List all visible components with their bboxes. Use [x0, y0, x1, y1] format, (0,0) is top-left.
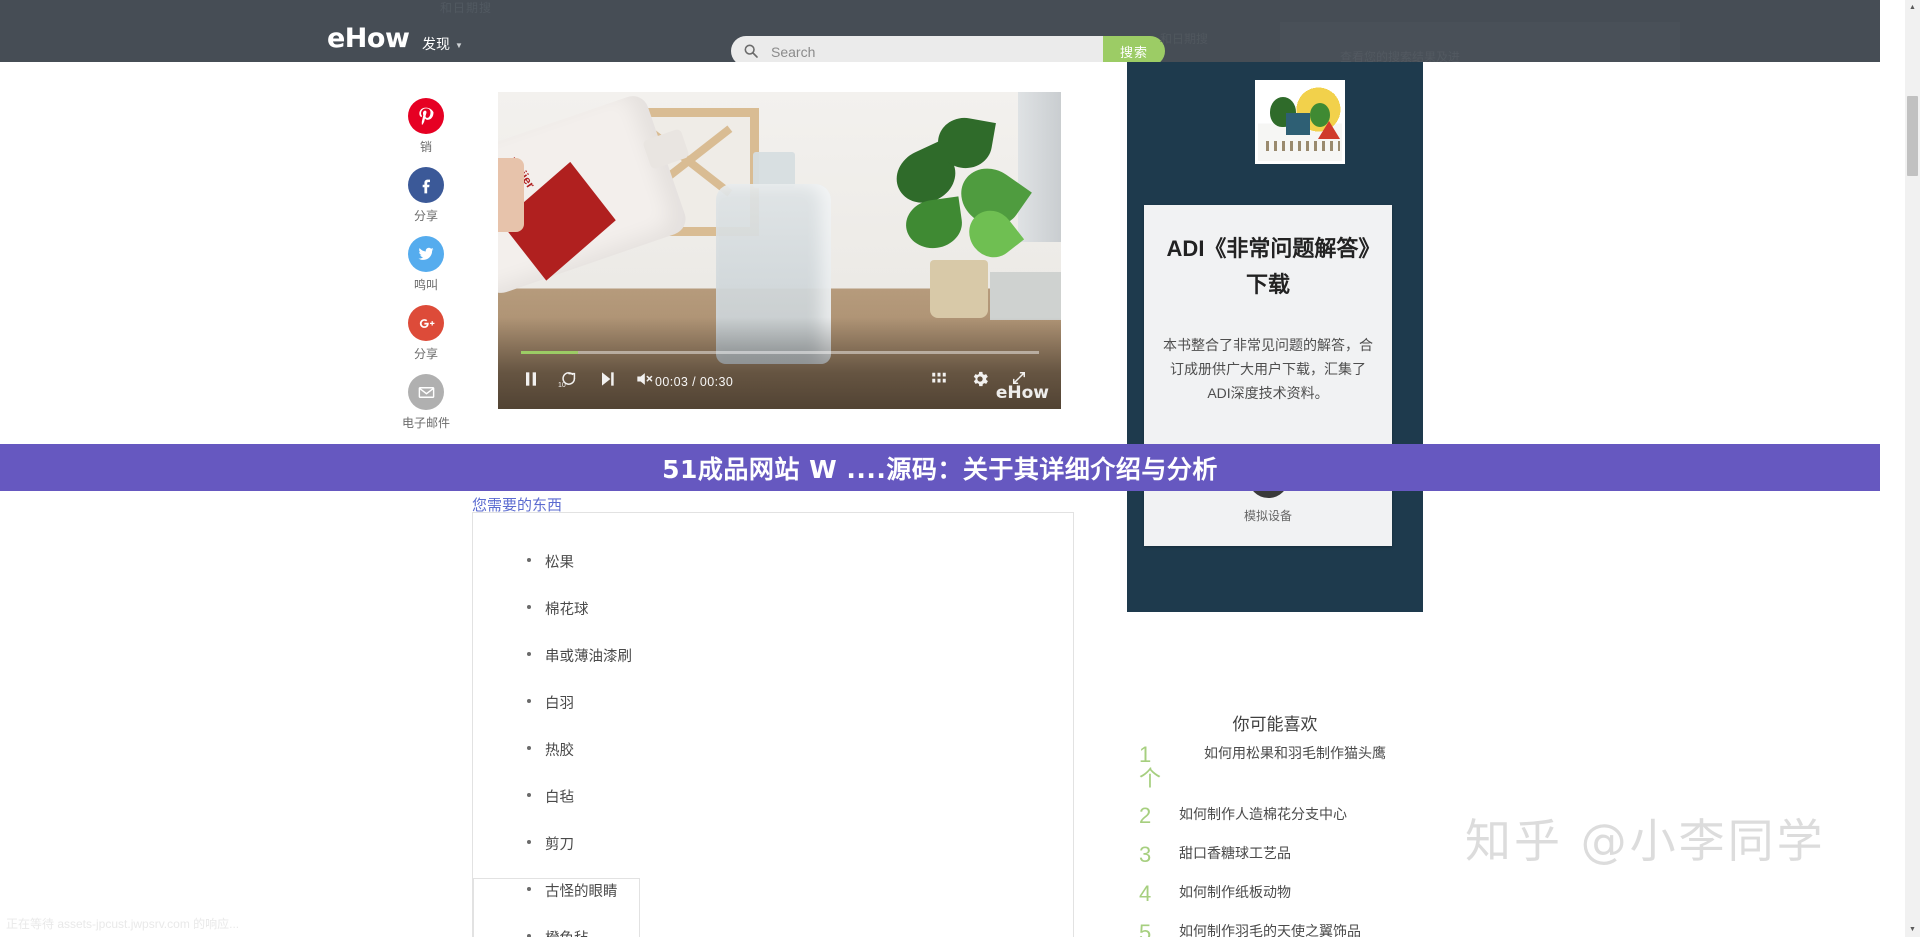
browser-scrollbar[interactable]: ▲ ▼: [1905, 0, 1920, 937]
ad-body-text: 本书整合了非常见问题的解答，合订成册供广大用户下载，汇集了ADI深度技术资料。: [1163, 337, 1373, 401]
list-item[interactable]: 3 甜口香糖球工艺品: [1127, 842, 1437, 868]
related-number-value: 1: [1139, 742, 1152, 767]
list-item: 白羽: [527, 692, 1073, 713]
player-ehow-watermark: eHow: [995, 383, 1049, 403]
video-controls: 10 00:03 / 00:30: [498, 367, 1061, 399]
pause-icon[interactable]: [521, 369, 541, 389]
related-item-text: 如何制作人造棉花分支中心: [1179, 806, 1347, 822]
replay-10-icon[interactable]: 10: [558, 369, 579, 389]
site-header: eHow 发现▼ 搜索 和日期搜 查看您的搜索结果及进: [0, 14, 1880, 68]
related-item-text: 如何制作羽毛的天使之翼饰品: [1179, 923, 1361, 937]
email-icon: [408, 374, 444, 410]
related-number-suffix: 个: [1139, 766, 1162, 791]
purple-overlay-banner: 51成品网站 W ....源码：关于其详细介绍与分析: [0, 444, 1880, 491]
nav-discover-label: 发现: [422, 36, 450, 52]
video-current-time: 00:03: [655, 375, 689, 389]
related-item-number: 5: [1139, 920, 1152, 937]
ehow-logo[interactable]: eHow: [327, 23, 410, 54]
scroll-down-arrow-icon[interactable]: ▼: [1905, 922, 1920, 937]
volume-muted-icon[interactable]: [634, 369, 654, 389]
scrollbar-thumb[interactable]: [1907, 96, 1918, 176]
google-plus-icon: [408, 305, 444, 341]
twitter-icon: [408, 236, 444, 272]
video-time-display: 00:03 / 00:30: [655, 375, 733, 389]
related-section-title: 你可能喜欢: [1232, 715, 1318, 734]
related-item-number: 3: [1139, 842, 1152, 867]
next-track-icon[interactable]: [597, 369, 617, 389]
settings-gear-icon[interactable]: [970, 369, 990, 389]
video-time-separator: /: [692, 375, 697, 389]
ad-title: ADI《非常问题解答》下载: [1166, 236, 1370, 297]
related-item-number: 4: [1139, 881, 1152, 906]
related-item-text: 甜口香糖球工艺品: [1179, 845, 1291, 861]
share-email[interactable]: 电子邮件: [396, 374, 456, 431]
video-total-time: 00:30: [699, 375, 734, 389]
social-share-rail: 销 分享 鸣叫 分享 电子邮件: [396, 98, 456, 443]
list-item: 剪刀: [527, 833, 1073, 854]
quality-grid-icon[interactable]: [930, 369, 948, 387]
list-item: 白毡: [527, 786, 1073, 807]
ad-thumbnail: [1255, 80, 1345, 164]
chevron-down-icon: ▼: [455, 40, 463, 50]
zhihu-watermark: 知乎 @小李同学: [1465, 814, 1826, 868]
list-item: 串或薄油漆刷: [527, 645, 1073, 666]
video-progress-bar[interactable]: [521, 351, 1039, 354]
related-item-number: 1 个: [1127, 742, 1179, 790]
browser-page: 和日期搜 eHow 发现▼ 搜索 和日期搜 查看您的搜索结果及进: [0, 0, 1920, 937]
related-item-text: 如何制作纸板动物: [1179, 884, 1291, 900]
browser-status-bar: 正在等待 assets-jpcust.jwpsrv.com 的响应...: [6, 917, 240, 931]
needs-panel: 松果 棉花球 串或薄油漆刷 白羽 热胶 白毡 剪刀 古怪的眼睛 橙色毡: [472, 512, 1074, 937]
needs-embedded-box: [473, 878, 640, 937]
header-ghost-text: 和日期搜: [1160, 32, 1209, 46]
share-pinterest-label: 销: [419, 140, 432, 154]
share-email-label: 电子邮件: [401, 416, 450, 430]
related-item-text: 如何用松果和羽毛制作猫头鹰: [1204, 745, 1386, 761]
banner-title: 51成品网站 W ....源码：关于其详细介绍与分析: [662, 454, 1218, 484]
video-player[interactable]: meijer 10: [498, 92, 1061, 409]
scroll-up-arrow-icon[interactable]: ▲: [1905, 0, 1920, 15]
related-list: 1 个 如何用松果和羽毛制作猫头鹰 2 如何制作人造棉花分支中心 3 甜口香糖球…: [1127, 742, 1437, 937]
search-icon: [744, 44, 758, 58]
needs-list: 松果 棉花球 串或薄油漆刷 白羽 热胶 白毡 剪刀 古怪的眼睛 橙色毡: [473, 513, 1073, 937]
list-item: 热胶: [527, 739, 1073, 760]
ad-card[interactable]: ADI《非常问题解答》下载 本书整合了非常见问题的解答，合订成册供广大用户下载，…: [1144, 205, 1392, 546]
video-progress-fill: [521, 351, 578, 354]
list-item[interactable]: 1 个 如何用松果和羽毛制作猫头鹰: [1127, 742, 1437, 790]
share-twitter[interactable]: 鸣叫: [396, 236, 456, 293]
list-item: 松果: [527, 551, 1073, 572]
nav-item-discover[interactable]: 发现 ▼: [422, 34, 463, 54]
share-facebook[interactable]: 分享: [396, 167, 456, 224]
page-top-strip: 和日期搜: [0, 0, 1880, 15]
list-item: 棉花球: [527, 598, 1073, 619]
pinterest-icon: [408, 98, 444, 134]
related-item-number: 2: [1139, 803, 1152, 828]
facebook-icon: [408, 167, 444, 203]
list-item[interactable]: 5 如何制作羽毛的天使之翼饰品: [1127, 920, 1437, 937]
list-item[interactable]: 2 如何制作人造棉花分支中心: [1127, 803, 1437, 829]
share-facebook-label: 分享: [413, 209, 438, 223]
share-pinterest[interactable]: 销: [396, 98, 456, 155]
share-twitter-label: 鸣叫: [413, 278, 438, 292]
ad-brand-label: 模拟设备: [1243, 509, 1292, 523]
share-google-plus[interactable]: 分享: [396, 305, 456, 362]
share-google-plus-label: 分享: [413, 347, 438, 361]
list-item[interactable]: 4 如何制作纸板动物: [1127, 881, 1437, 907]
